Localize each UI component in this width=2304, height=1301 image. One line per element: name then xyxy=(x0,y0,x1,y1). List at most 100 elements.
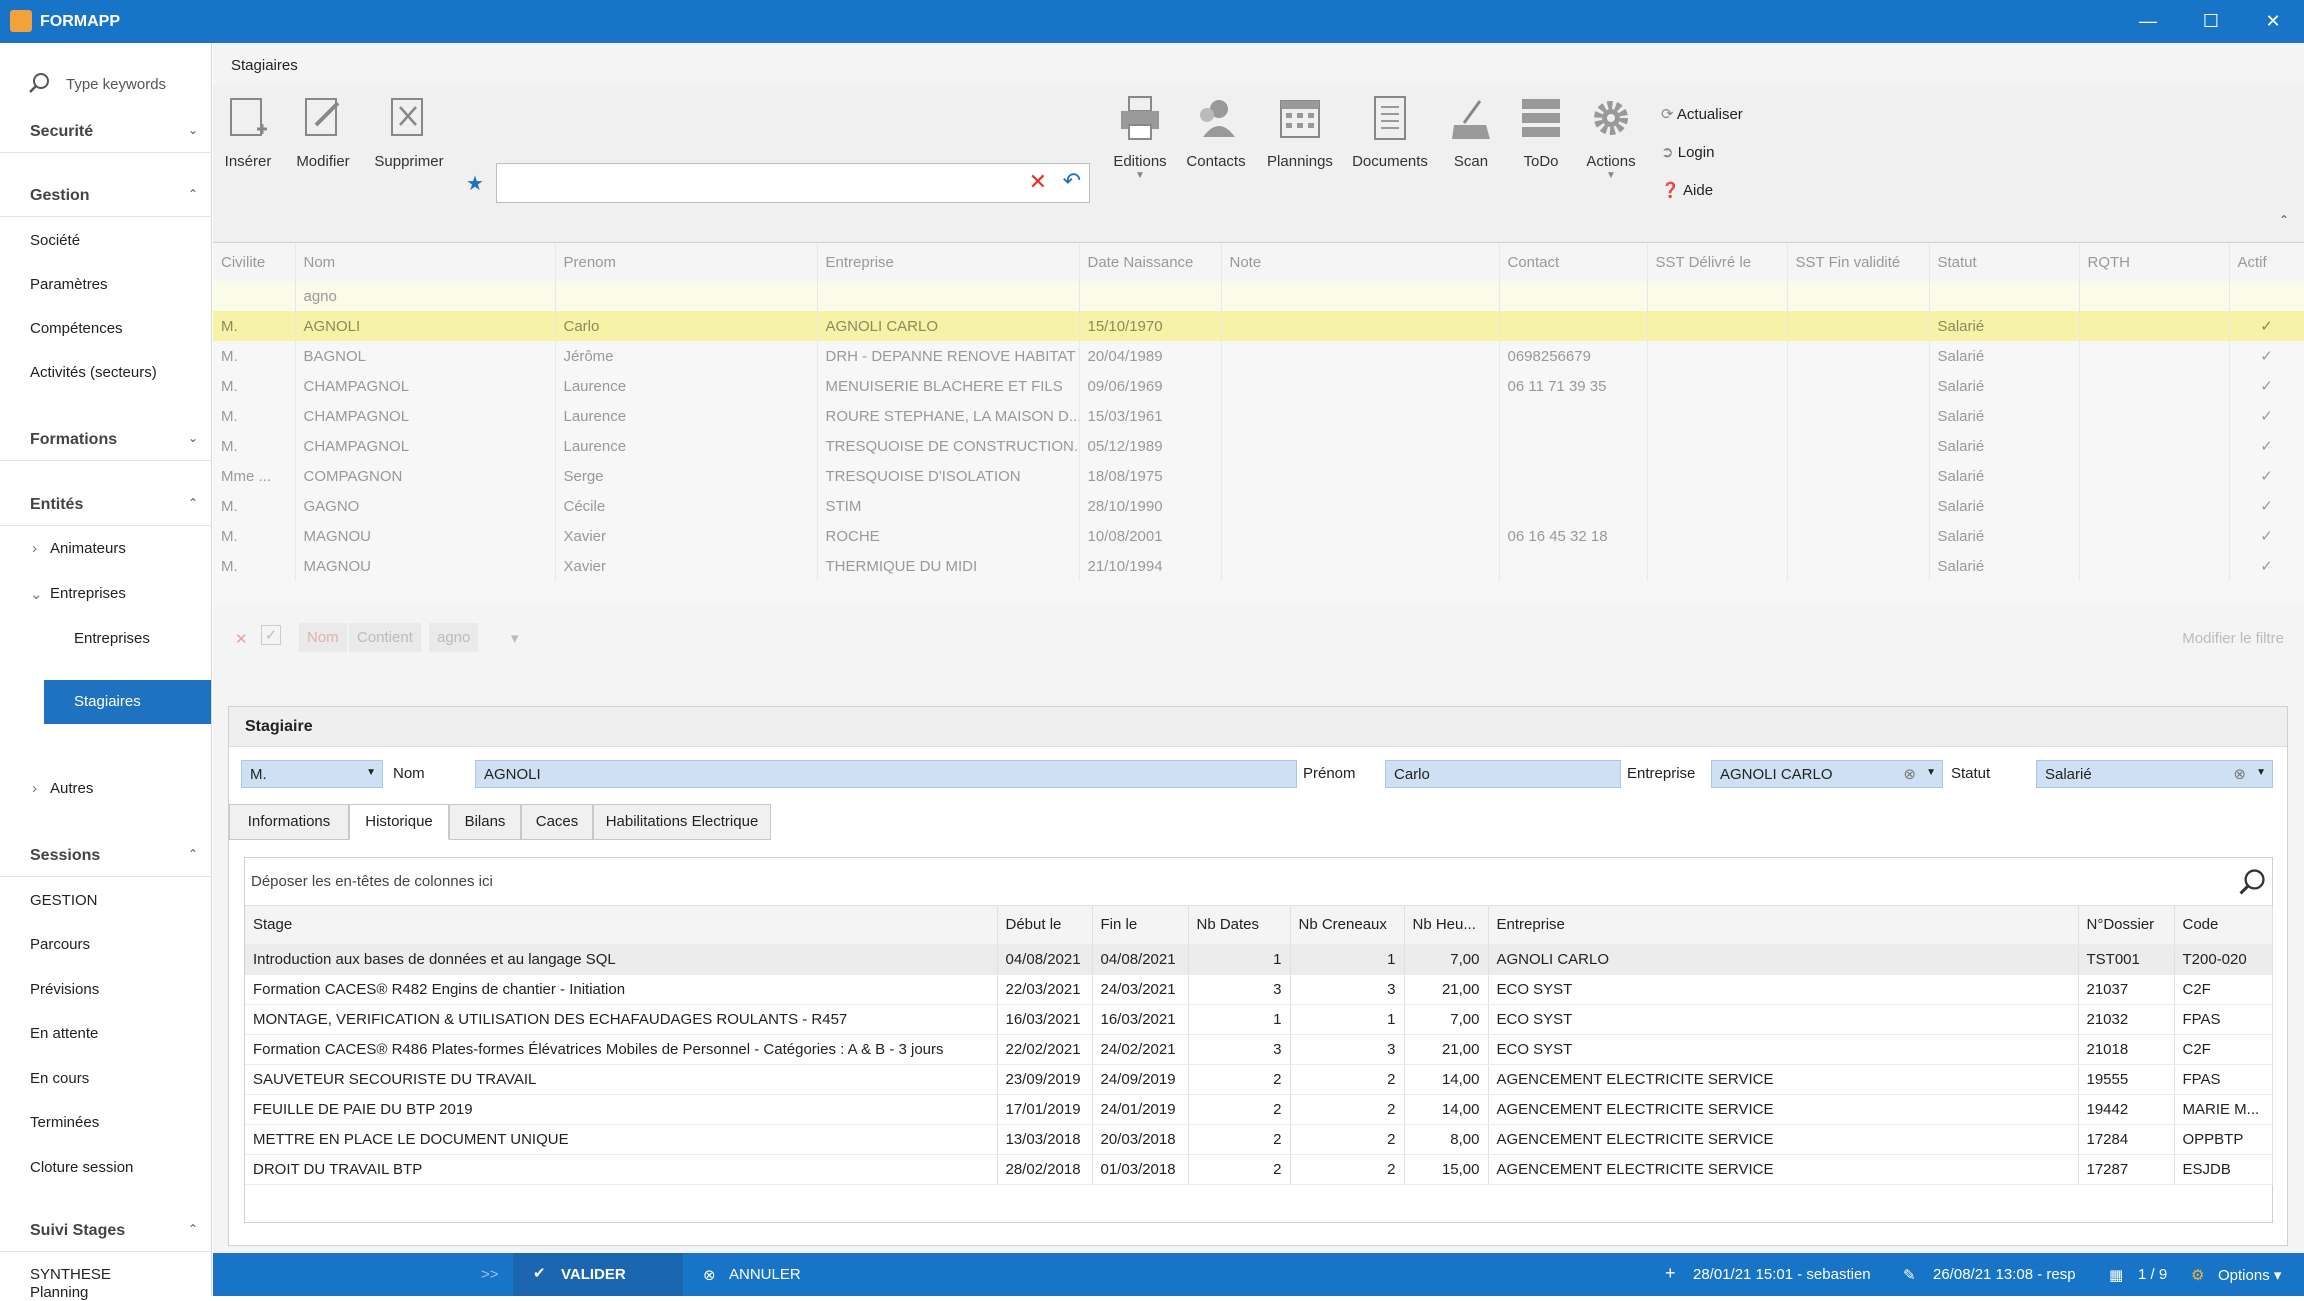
clear-icon[interactable]: ⊗ xyxy=(1903,765,1916,783)
filter-cell[interactable] xyxy=(2079,281,2230,311)
table-row[interactable]: SAUVETEUR SECOURISTE DU TRAVAIL 23/09/201… xyxy=(245,1064,2273,1095)
table-row[interactable]: Mme ... COMPAGNON Serge TRESQUOISE D'ISOLAT… xyxy=(213,461,2304,491)
sidebar-item-parametres[interactable]: Paramètres xyxy=(0,263,212,307)
cancel-button[interactable]: ⊗ ANNULER xyxy=(683,1253,828,1296)
search-icon[interactable] xyxy=(2238,868,2266,896)
table-row[interactable]: M. AGNOLI Carlo AGNOLI CARLO 15/10/1970 Salar… xyxy=(213,311,2304,341)
filter-cell[interactable] xyxy=(1079,281,1222,311)
sidebar-item-entreprises[interactable]: Entreprises xyxy=(0,617,212,661)
column-header[interactable]: SST Fin validité xyxy=(1787,243,1930,281)
filter-cell-nom[interactable]: agno xyxy=(295,281,556,311)
filter-cell[interactable] xyxy=(1499,281,1648,311)
column-header[interactable]: N°Dossier xyxy=(2078,906,2175,945)
civilite-select[interactable]: M. ▼ xyxy=(241,760,383,788)
options-button[interactable]: Options ▾ xyxy=(2218,1266,2281,1284)
clear-icon[interactable]: ⊗ xyxy=(2233,765,2246,783)
expand-arrows[interactable]: >> xyxy=(481,1266,499,1283)
column-header[interactable]: Civilite xyxy=(213,243,296,281)
column-header[interactable]: Entreprise xyxy=(817,243,1080,281)
column-header[interactable]: Nom xyxy=(295,243,556,281)
column-header[interactable]: Entreprise xyxy=(1488,906,2079,945)
filter-enable-checkbox[interactable]: ✓ xyxy=(261,625,281,645)
filter-value[interactable]: agno xyxy=(429,623,479,652)
filter-field[interactable]: Nom xyxy=(299,623,347,652)
column-header[interactable]: Début le xyxy=(997,906,1093,945)
table-row[interactable]: Formation CACES® R482 Engins de chantier… xyxy=(245,974,2273,1005)
todo-button[interactable]: ToDo xyxy=(1511,95,1571,205)
statut-select[interactable]: Salarié ⊗ ▼ xyxy=(2036,760,2273,788)
table-row[interactable]: M. CHAMPAGNOL Laurence MENUISERIE BLACHERE … xyxy=(213,371,2304,401)
tab-historique[interactable]: Historique xyxy=(349,804,449,840)
clear-icon[interactable]: ✕ xyxy=(1029,169,1047,195)
collapse-ribbon-icon[interactable]: ⌃ xyxy=(2279,213,2289,227)
nom-field[interactable]: AGNOLI xyxy=(475,760,1297,788)
help-button[interactable]: ❓ Aide xyxy=(1661,181,1713,199)
entreprise-select[interactable]: AGNOLI CARLO ⊗ ▼ xyxy=(1711,760,1943,788)
column-header[interactable]: Code xyxy=(2174,906,2273,945)
ribbon-search-input[interactable]: ✕ ↶ xyxy=(496,163,1090,203)
table-row[interactable]: DROIT DU TRAVAIL BTP 28/02/2018 01/03/2018… xyxy=(245,1154,2273,1185)
table-row[interactable]: MONTAGE, VERIFICATION & UTILISATION DES … xyxy=(245,1004,2273,1035)
contacts-button[interactable]: Contacts xyxy=(1181,95,1251,205)
filter-cell[interactable] xyxy=(213,281,296,311)
tab-habilitations[interactable]: Habilitations Electrique xyxy=(593,804,771,840)
column-header[interactable]: Nb Creneaux xyxy=(1290,906,1405,945)
validate-button[interactable]: ✔ VALIDER xyxy=(513,1253,683,1296)
edit-filter-link[interactable]: Modifier le filtre xyxy=(2182,630,2284,647)
table-row[interactable]: METTRE EN PLACE LE DOCUMENT UNIQUE 13/03/… xyxy=(245,1124,2273,1155)
editions-button[interactable]: Editions ▼ xyxy=(1105,95,1175,205)
sidebar-item-cloture[interactable]: Cloture session xyxy=(0,1146,212,1190)
section-securite[interactable]: Securité ⌄ xyxy=(0,109,212,153)
section-entites[interactable]: Entités ⌃ xyxy=(0,482,212,526)
tab-informations[interactable]: Informations xyxy=(229,804,349,840)
plannings-button[interactable]: Plannings xyxy=(1260,95,1340,205)
sidebar-item-stagiaires[interactable]: Stagiaires xyxy=(44,680,211,724)
filter-cell[interactable] xyxy=(1929,281,2080,311)
column-header[interactable]: Actif xyxy=(2229,243,2304,281)
filter-operator[interactable]: Contient xyxy=(349,623,421,652)
insert-button[interactable]: Insérer xyxy=(223,95,273,205)
filter-cell[interactable] xyxy=(2229,281,2304,311)
sidebar-item-en-cours[interactable]: En cours xyxy=(0,1057,212,1101)
column-header[interactable]: Contact xyxy=(1499,243,1648,281)
column-header[interactable]: Stage xyxy=(245,906,998,945)
modify-button[interactable]: Modifier xyxy=(293,95,353,205)
table-row[interactable]: M. MAGNOU Xavier THERMIQUE DU MIDI 21/10/199… xyxy=(213,551,2304,581)
section-suivi-stages[interactable]: Suivi Stages ⌃ xyxy=(0,1208,212,1252)
filter-dropdown-icon[interactable]: ▾ xyxy=(511,629,519,647)
filter-row[interactable]: agno xyxy=(213,281,2304,311)
scan-button[interactable]: Scan xyxy=(1441,95,1501,205)
column-header[interactable]: Date Naissance xyxy=(1079,243,1222,281)
table-row[interactable]: M. CHAMPAGNOL Laurence TRESQUOISE DE CONSTR… xyxy=(213,431,2304,461)
table-row[interactable]: M. MAGNOU Xavier ROCHE 10/08/2001 06 16 45 32… xyxy=(213,521,2304,551)
table-row[interactable]: M. GAGNO Cécile STIM 28/10/1990 Salarié ✓ xyxy=(213,491,2304,521)
filter-cell[interactable] xyxy=(555,281,818,311)
login-button[interactable]: ➲ Login xyxy=(1661,143,1714,161)
section-gestion[interactable]: Gestion ⌃ xyxy=(0,173,212,217)
column-header[interactable]: Prenom xyxy=(555,243,818,281)
table-row[interactable]: Introduction aux bases de données et au … xyxy=(245,944,2273,975)
table-row[interactable]: Formation CACES® R486 Plates-formes Élév… xyxy=(245,1034,2273,1065)
sidebar-item-en-attente[interactable]: En attente xyxy=(0,1012,212,1056)
column-header[interactable]: SST Délivré le xyxy=(1647,243,1788,281)
favorite-star-icon[interactable]: ★ xyxy=(466,171,484,196)
section-sessions[interactable]: Sessions ⌃ xyxy=(0,833,212,877)
sidebar-item-gestion[interactable]: GESTION xyxy=(0,879,212,923)
minimize-icon[interactable]: — xyxy=(2125,6,2171,36)
filter-cell[interactable] xyxy=(1787,281,1930,311)
section-formations[interactable]: Formations ⌄ xyxy=(0,417,212,461)
tab-caces[interactable]: Caces xyxy=(521,804,593,840)
filter-cell[interactable] xyxy=(817,281,1080,311)
refresh-button[interactable]: ⟳ Actualiser xyxy=(1661,105,1743,123)
table-row[interactable]: M. CHAMPAGNOL Laurence ROURE STEPHANE, LA M… xyxy=(213,401,2304,431)
column-header[interactable]: Nb Dates xyxy=(1188,906,1291,945)
filter-cell[interactable] xyxy=(1647,281,1788,311)
table-row[interactable]: FEUILLE DE PAIE DU BTP 2019 17/01/2019 24/… xyxy=(245,1094,2273,1125)
sidebar-item-autres[interactable]: › Autres xyxy=(0,767,212,811)
column-header[interactable]: Note xyxy=(1221,243,1500,281)
undo-icon[interactable]: ↶ xyxy=(1063,168,1081,194)
remove-filter-icon[interactable]: ✕ xyxy=(235,630,248,648)
column-header[interactable]: RQTH xyxy=(2079,243,2230,281)
sidebar-item-animateurs[interactable]: › Animateurs xyxy=(0,527,212,571)
filter-cell[interactable] xyxy=(1221,281,1500,311)
